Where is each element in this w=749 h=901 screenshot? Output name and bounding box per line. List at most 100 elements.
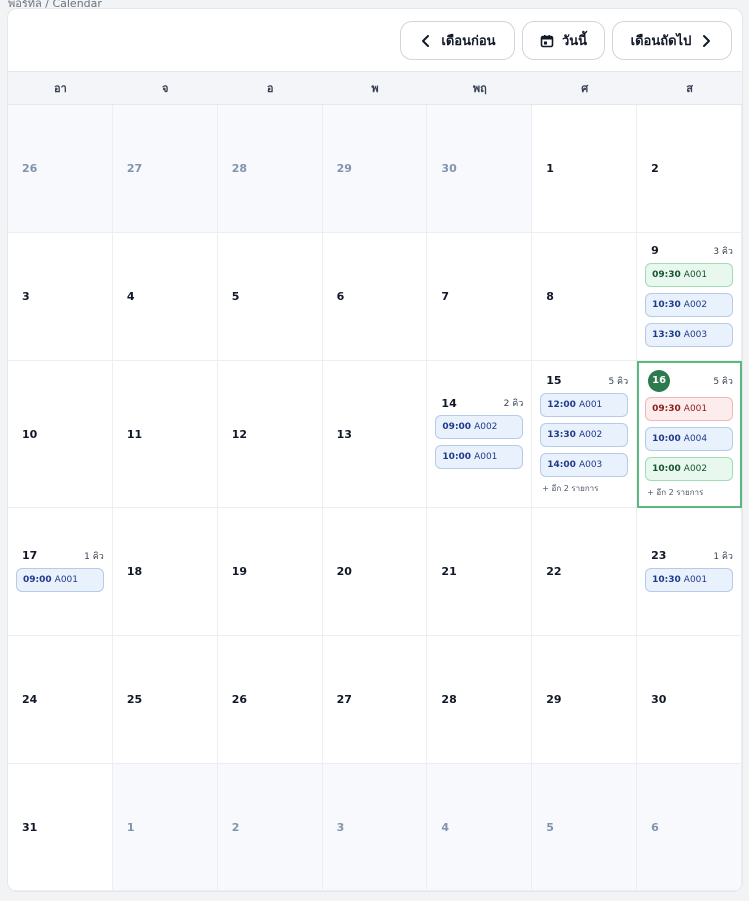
calendar-icon	[540, 34, 554, 47]
day-number: 17	[22, 549, 38, 562]
day-cell[interactable]: 28	[427, 636, 533, 764]
appointment-time: 13:30	[547, 429, 576, 440]
appointment-pill[interactable]: 10:00 A002	[645, 456, 733, 481]
day-cell[interactable]: 5	[217, 233, 323, 361]
appointment-code: A001	[474, 452, 498, 462]
day-cell[interactable]: 19	[217, 508, 323, 636]
day-cell[interactable]: 28	[217, 105, 323, 233]
appointment-pill[interactable]: 09:00 A002	[435, 415, 524, 439]
day-cell[interactable]: 15 5 คิว 12:00 A001 13:30 A002 14:00 A003 + อีก …	[532, 361, 638, 508]
next-month-label: เดือนถัดไป	[630, 34, 692, 49]
day-cell[interactable]: 2	[637, 105, 742, 233]
day-number: 1	[126, 820, 135, 834]
appointment-pill[interactable]: 09:30 A001	[645, 262, 733, 287]
day-number: 28	[441, 693, 457, 706]
day-cell[interactable]: 23 1 คิว 10:30 A001	[637, 508, 742, 636]
weekday-thu: พฤ	[472, 82, 487, 95]
appointment-code: A002	[578, 429, 603, 440]
day-number: 3	[22, 290, 30, 303]
day-cell-today[interactable]: 16 5 คิว 09:30 A001 10:00 A004 10:00 A002 + อีก …	[637, 361, 742, 508]
day-cell[interactable]: 12	[217, 361, 323, 508]
day-cell[interactable]: 24	[8, 636, 113, 764]
prev-month-label: เดือนก่อน	[441, 34, 496, 49]
calendar-card: เดือนก่อน วันนี้ เดือนถัดไป อา จ อ พ พฤ …	[7, 8, 743, 892]
day-cell[interactable]: 29	[532, 636, 638, 764]
appointment-pill[interactable]: 09:00 A001	[16, 567, 104, 592]
day-cell[interactable]: 5	[532, 764, 638, 891]
day-number: 6	[336, 290, 345, 303]
day-number: 15	[546, 374, 562, 387]
day-cell[interactable]: 27	[322, 636, 428, 764]
today-button[interactable]: วันนี้	[522, 21, 605, 60]
appointment-pill[interactable]: 14:00 A003	[540, 452, 629, 477]
appointment-pill[interactable]: 10:30 A001	[645, 567, 733, 592]
appointment-pill[interactable]: 12:00 A001	[540, 392, 629, 417]
day-cell[interactable]: 6	[637, 764, 742, 891]
day-cell[interactable]: 9 3 คิว 09:30 A001 10:30 A002 13:30 A003	[637, 233, 742, 361]
next-month-button[interactable]: เดือนถัดไป	[612, 21, 732, 60]
day-number: 4	[441, 820, 450, 834]
appointment-pill[interactable]: 09:30 A001	[645, 396, 733, 421]
day-cell-header: 17 1 คิว	[16, 549, 104, 565]
day-cell[interactable]: 8	[532, 233, 638, 361]
appointment-code: A003	[578, 459, 603, 470]
day-number: 11	[126, 427, 143, 441]
day-cell[interactable]: 4	[427, 764, 533, 891]
today-badge: 16	[648, 369, 671, 392]
day-cell[interactable]: 6	[322, 233, 428, 361]
day-cell[interactable]: 30	[427, 105, 533, 233]
day-cell[interactable]: 2	[217, 764, 323, 891]
day-cell[interactable]: 26	[217, 636, 323, 764]
appointment-time: 14:00	[547, 459, 576, 470]
appointment-pill[interactable]: 10:00 A001	[435, 445, 524, 469]
day-cell[interactable]: 21	[427, 508, 533, 636]
weekday-sun: อา	[54, 82, 67, 95]
day-number: 5	[231, 290, 240, 303]
queue-count: 1 คิว	[84, 551, 104, 562]
day-cell[interactable]: 4	[112, 233, 218, 361]
day-cell[interactable]: 11	[112, 361, 218, 508]
day-number: 25	[126, 693, 143, 706]
day-cell[interactable]: 14 2 คิว 09:00 A002 10:00 A001	[427, 361, 533, 508]
day-cell[interactable]: 10	[8, 361, 113, 508]
more-items-link[interactable]: + อีก 2 รายการ	[540, 482, 628, 495]
day-cell[interactable]: 3	[322, 764, 428, 891]
appointment-time: 10:00	[442, 452, 472, 462]
appointment-time: 09:30	[652, 269, 681, 280]
day-cell[interactable]: 18	[112, 508, 218, 636]
day-cell[interactable]: 7	[427, 233, 533, 361]
day-cell[interactable]: 22	[532, 508, 638, 636]
appointment-code: A002	[683, 299, 708, 310]
prev-month-button[interactable]: เดือนก่อน	[400, 21, 515, 60]
day-cell[interactable]: 25	[112, 636, 218, 764]
weekday-wed: พ	[371, 82, 379, 95]
appointment-pill[interactable]: 13:30 A003	[645, 322, 733, 347]
day-cell[interactable]: 29	[322, 105, 428, 233]
day-cell[interactable]: 17 1 คิว 09:00 A001	[8, 508, 113, 636]
chevron-left-icon	[422, 34, 430, 47]
day-number: 1	[546, 162, 554, 175]
appointment-time: 09:00	[23, 574, 52, 585]
appointment-code: A001	[578, 399, 603, 410]
calendar-toolbar: เดือนก่อน วันนี้ เดือนถัดไป	[8, 9, 742, 72]
day-cell[interactable]: 1	[532, 105, 638, 233]
day-cell[interactable]: 20	[322, 508, 428, 636]
day-cell[interactable]: 13	[322, 361, 428, 508]
appointment-pill[interactable]: 10:30 A002	[645, 292, 733, 317]
day-cell[interactable]: 3	[8, 233, 113, 361]
day-number: 3	[336, 820, 345, 834]
day-number: 20	[336, 565, 352, 578]
day-cell[interactable]: 1	[112, 764, 218, 891]
day-number: 9	[651, 244, 659, 257]
more-items-link[interactable]: + อีก 2 รายการ	[645, 486, 733, 499]
day-cell[interactable]: 31	[8, 764, 113, 891]
appointment-time: 09:00	[442, 422, 472, 432]
day-cell[interactable]: 26	[8, 105, 113, 233]
day-cell[interactable]: 27	[112, 105, 218, 233]
appointment-pill[interactable]: 13:30 A002	[540, 422, 629, 447]
day-number: 31	[22, 820, 38, 834]
appointment-pill[interactable]: 10:00 A004	[645, 426, 733, 451]
today-label: วันนี้	[561, 34, 588, 49]
day-number: 27	[336, 693, 352, 706]
day-cell[interactable]: 30	[637, 636, 742, 764]
